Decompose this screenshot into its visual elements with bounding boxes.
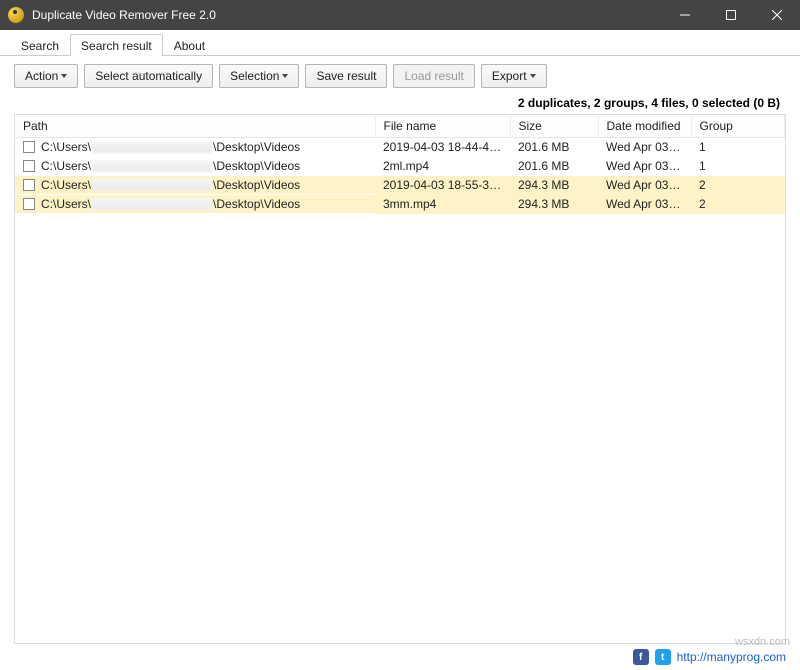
row-checkbox[interactable] [23, 179, 35, 191]
tab-bar: Search Search result About [0, 30, 800, 56]
titlebar: Duplicate Video Remover Free 2.0 [0, 0, 800, 30]
path-text: C:\Users\\Desktop\Videos [41, 197, 300, 211]
cell-group: 1 [691, 138, 785, 157]
caret-down-icon [61, 74, 67, 78]
row-checkbox[interactable] [23, 160, 35, 172]
cell-path: C:\Users\\Desktop\Videos [15, 195, 375, 213]
results-table: Path File name Size Date modified Group … [15, 115, 785, 214]
path-text: C:\Users\\Desktop\Videos [41, 159, 300, 173]
minimize-button[interactable] [662, 0, 708, 30]
close-button[interactable] [754, 0, 800, 30]
selection-button[interactable]: Selection [219, 64, 299, 88]
redacted-span [92, 160, 212, 172]
cell-path: C:\Users\\Desktop\Videos [15, 157, 375, 175]
app-icon [8, 7, 24, 23]
maximize-button[interactable] [708, 0, 754, 30]
window-title: Duplicate Video Remover Free 2.0 [32, 8, 662, 22]
cell-path: C:\Users\\Desktop\Videos [15, 138, 375, 156]
load-result-button[interactable]: Load result [393, 64, 474, 88]
cell-size: 294.3 MB [510, 195, 598, 214]
tab-search-result[interactable]: Search result [70, 34, 163, 55]
path-text: C:\Users\\Desktop\Videos [41, 140, 300, 154]
cell-filename: 3mm.mp4 [375, 195, 510, 214]
col-filename[interactable]: File name [375, 115, 510, 138]
row-checkbox[interactable] [23, 141, 35, 153]
cell-size: 201.6 MB [510, 157, 598, 176]
save-result-button[interactable]: Save result [305, 64, 387, 88]
col-date[interactable]: Date modified [598, 115, 691, 138]
cell-date: Wed Apr 03 19... [598, 176, 691, 195]
load-result-label: Load result [404, 69, 463, 83]
action-button[interactable]: Action [14, 64, 78, 88]
cell-filename: 2ml.mp4 [375, 157, 510, 176]
cell-filename: 2019-04-03 18-44-43.mp4 [375, 138, 510, 157]
redacted-span [92, 141, 212, 153]
results-summary: 2 duplicates, 2 groups, 4 files, 0 selec… [0, 96, 800, 114]
footer-link[interactable]: http://manyprog.com [677, 650, 786, 664]
row-checkbox[interactable] [23, 198, 35, 210]
table-row[interactable]: C:\Users\\Desktop\Videos 2ml.mp4201.6 MBW… [15, 157, 785, 176]
cell-date: Wed Apr 03 18... [598, 157, 691, 176]
table-header-row: Path File name Size Date modified Group [15, 115, 785, 138]
cell-path: C:\Users\\Desktop\Videos [15, 176, 375, 194]
col-path[interactable]: Path [15, 115, 375, 138]
cell-group: 2 [691, 195, 785, 214]
table-row[interactable]: C:\Users\\Desktop\Videos 2019-04-03 18-44… [15, 138, 785, 157]
cell-filename: 2019-04-03 18-55-37.mp4 [375, 176, 510, 195]
export-button[interactable]: Export [481, 64, 547, 88]
cell-group: 1 [691, 157, 785, 176]
cell-size: 294.3 MB [510, 176, 598, 195]
cell-size: 201.6 MB [510, 138, 598, 157]
toolbar: Action Select automatically Selection Sa… [0, 56, 800, 96]
select-automatically-button[interactable]: Select automatically [84, 64, 213, 88]
window-controls [662, 0, 800, 30]
export-label: Export [492, 69, 527, 83]
tab-search[interactable]: Search [10, 34, 70, 55]
col-size[interactable]: Size [510, 115, 598, 138]
caret-down-icon [530, 74, 536, 78]
redacted-span [92, 179, 212, 191]
tab-about[interactable]: About [163, 34, 216, 55]
cell-date: Wed Apr 03 18... [598, 138, 691, 157]
table-row[interactable]: C:\Users\\Desktop\Videos 3mm.mp4294.3 MBW… [15, 195, 785, 214]
twitter-icon[interactable]: t [655, 649, 671, 665]
select-auto-label: Select automatically [95, 69, 202, 83]
facebook-icon[interactable]: f [633, 649, 649, 665]
caret-down-icon [282, 74, 288, 78]
table-row[interactable]: C:\Users\\Desktop\Videos 2019-04-03 18-55… [15, 176, 785, 195]
cell-date: Wed Apr 03 19... [598, 195, 691, 214]
redacted-span [92, 198, 212, 210]
cell-group: 2 [691, 176, 785, 195]
action-label: Action [25, 69, 58, 83]
results-table-wrap: Path File name Size Date modified Group … [14, 114, 786, 644]
path-text: C:\Users\\Desktop\Videos [41, 178, 300, 192]
footer: f t http://manyprog.com [0, 644, 800, 670]
col-group[interactable]: Group [691, 115, 785, 138]
save-result-label: Save result [316, 69, 376, 83]
selection-label: Selection [230, 69, 279, 83]
